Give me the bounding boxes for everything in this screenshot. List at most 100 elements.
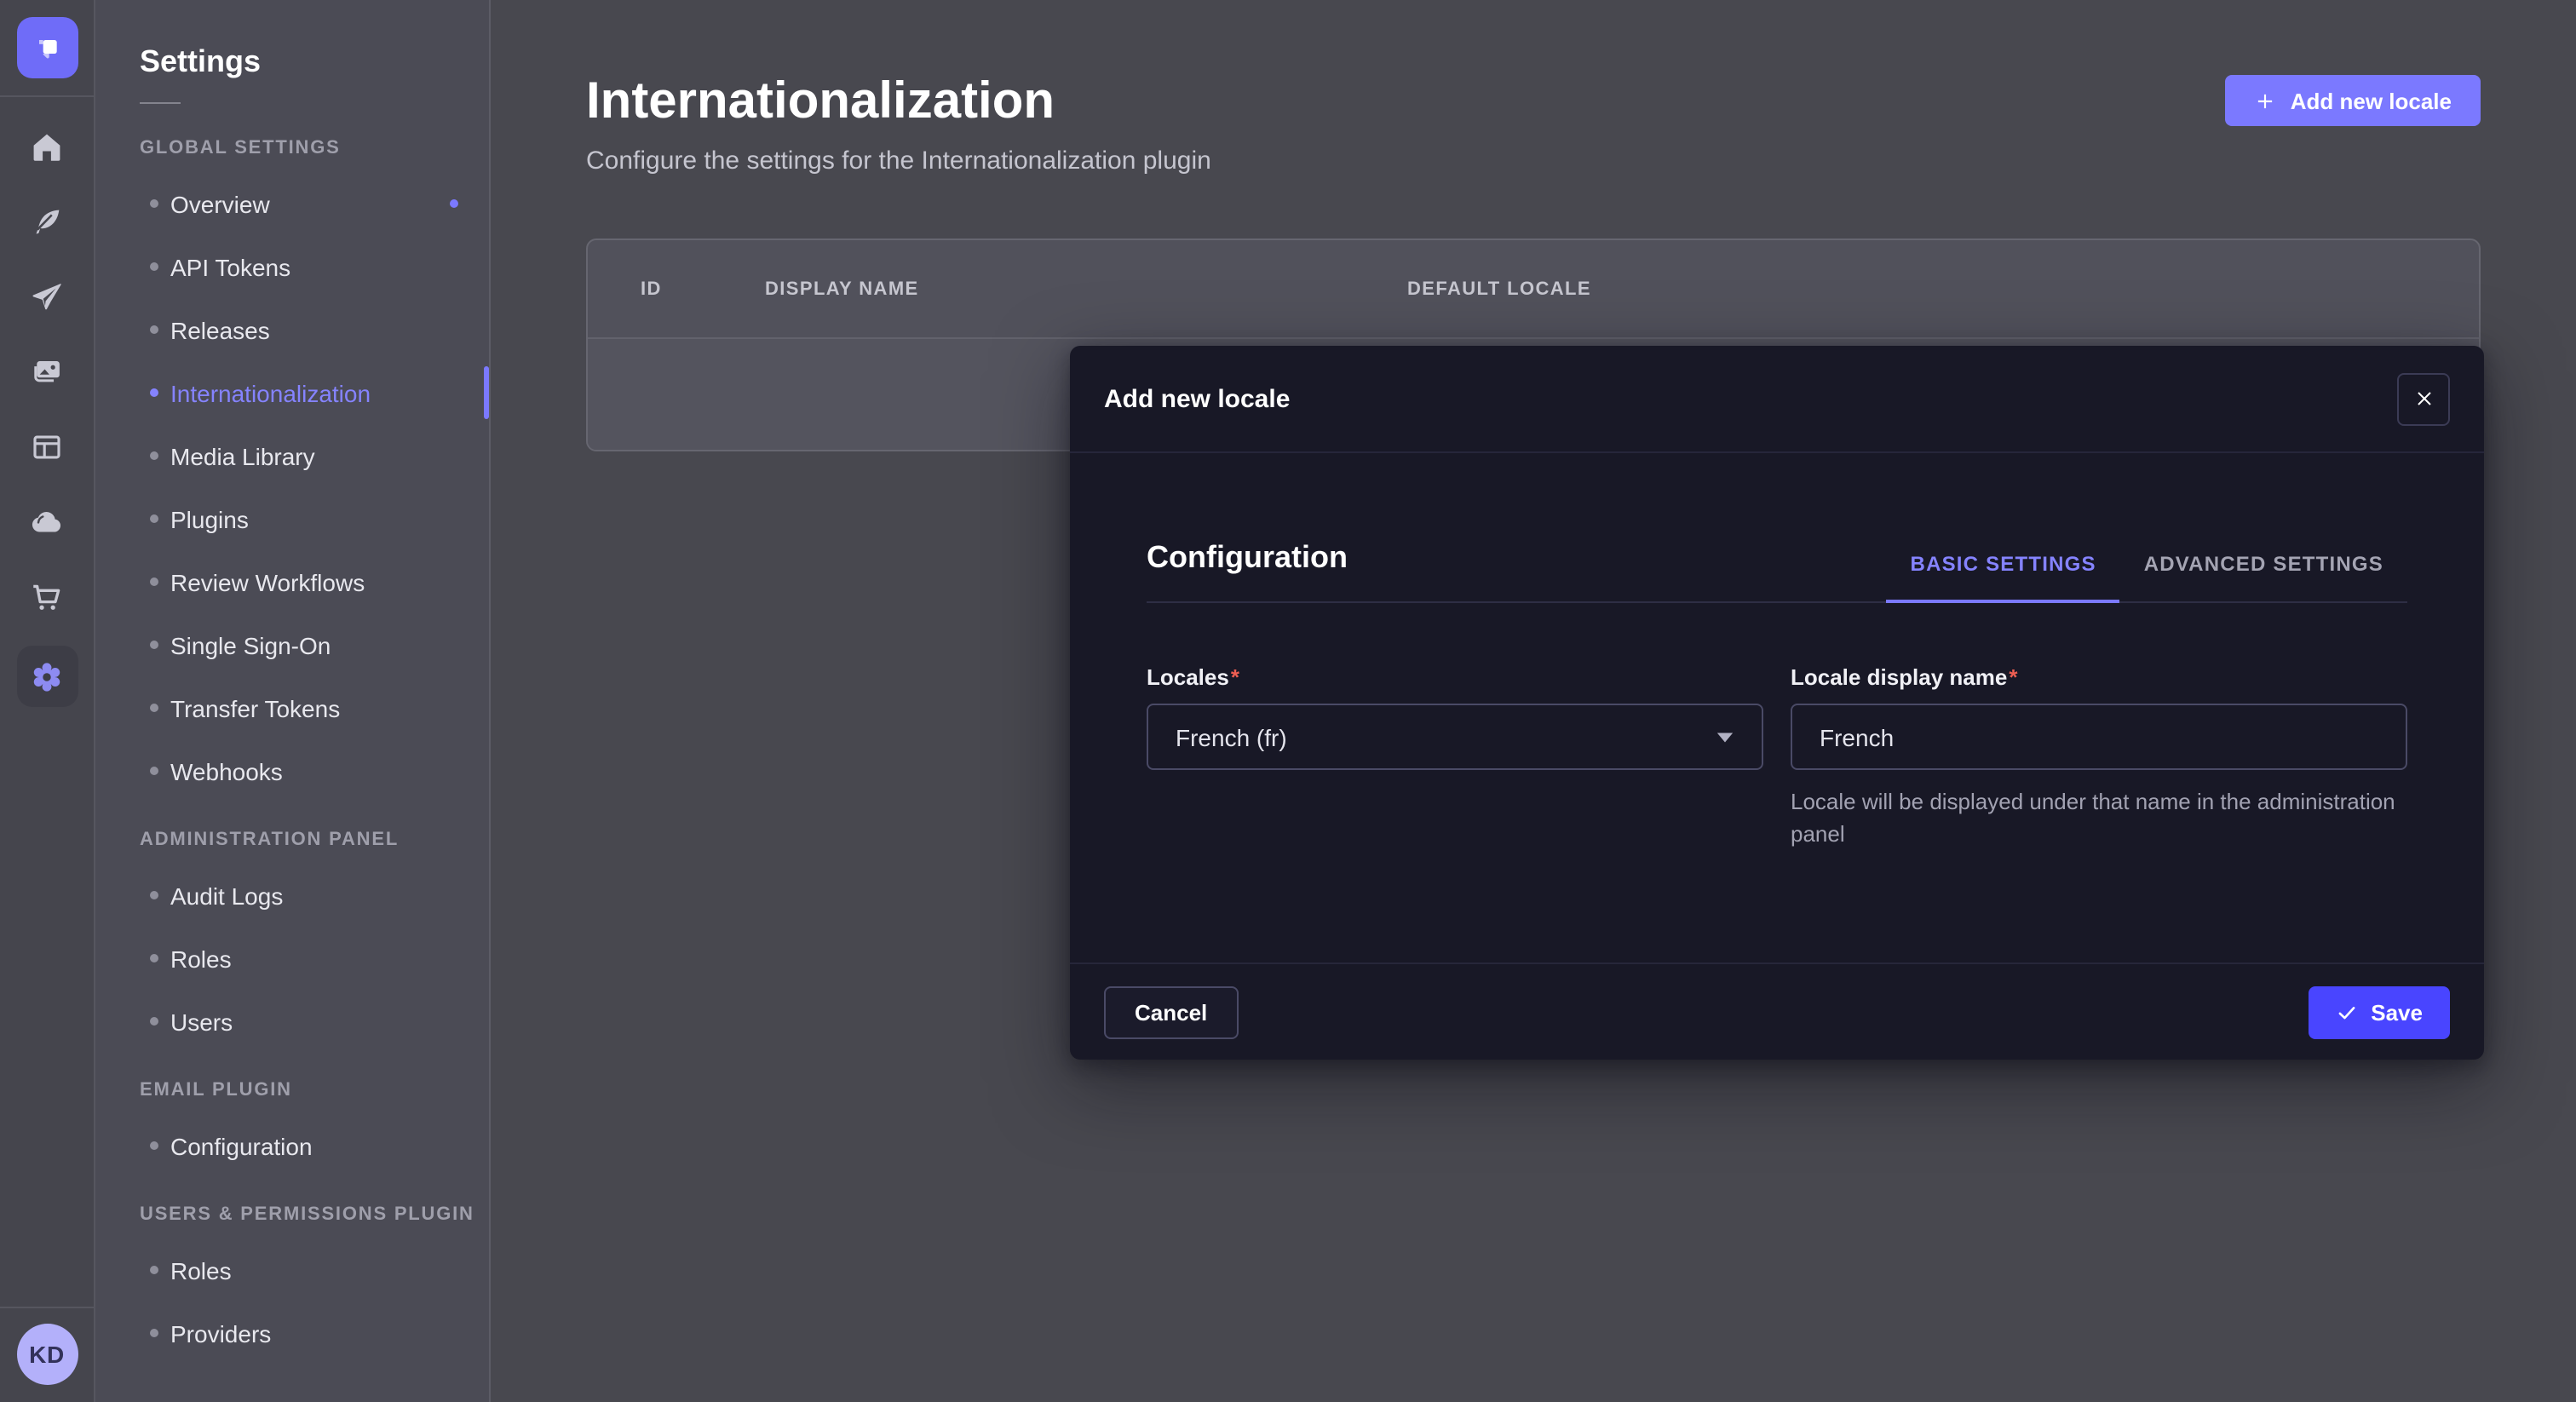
sidebar-item-internationalization[interactable]: Internationalization [95,361,489,424]
locales-label: Locales* [1147,664,1763,690]
display-name-input-wrap [1791,704,2407,770]
content-feather-icon[interactable] [21,196,72,247]
user-avatar[interactable]: KD [16,1324,78,1385]
bullet-icon [150,767,158,775]
settings-gear-icon[interactable] [16,646,78,707]
sidebar-item-label: Roles [170,945,232,972]
main-content: Internationalization Configure the setti… [491,0,2576,1402]
sidebar-item-label: Media Library [170,442,315,469]
sidebar-item-label: Review Workflows [170,568,365,595]
column-header-id: ID [641,279,765,299]
sidebar-item-label: Overview [170,190,270,217]
sidebar-item-overview[interactable]: Overview [95,172,489,235]
active-item-indicator [484,366,489,419]
sidebar-item-transfer-tokens[interactable]: Transfer Tokens [95,676,489,739]
settings-tabs: BASIC SETTINGS ADVANCED SETTINGS [1887,552,2407,601]
sidebar-item-media-library[interactable]: Media Library [95,424,489,487]
bullet-icon [150,262,158,271]
bullet-icon [150,1141,158,1150]
check-icon [2335,1001,2357,1023]
app-window: KD Settings GLOBAL SETTINGS Overview API T… [0,0,2576,1402]
home-icon[interactable] [21,121,72,172]
cancel-button[interactable]: Cancel [1104,985,1238,1038]
display-name-label: Locale display name* [1791,664,2407,690]
sidebar-item-label: Releases [170,316,270,343]
sidebar-item-label: Plugins [170,505,249,532]
marketplace-cart-icon[interactable] [21,571,72,622]
column-header-display-name: DISPLAY NAME [765,279,1407,299]
sidebar-item-audit-logs[interactable]: Audit Logs [95,864,489,927]
sidebar-title-rule [140,102,181,104]
add-locale-modal: Add new locale Configuration BASIC SETTI… [1070,346,2484,1060]
sidebar-item-plugins[interactable]: Plugins [95,487,489,550]
display-name-input[interactable] [1820,723,2378,750]
logo-area [0,0,95,97]
nav-section-header-global-settings: GLOBAL SETTINGS [95,111,489,172]
sidebar-title: Settings [95,44,489,80]
sidebar-item-roles[interactable]: Roles [95,927,489,990]
strapi-logo-icon[interactable] [16,17,78,78]
nav-section-header-users-permissions-plugin: USERS & PERMISSIONS PLUGIN [95,1177,489,1238]
sidebar-item-label: Transfer Tokens [170,694,340,721]
locales-select[interactable]: French (fr) [1147,704,1763,770]
sidebar-item-label: Roles [170,1256,232,1284]
sidebar-item-label: Internationalization [170,379,371,406]
sidebar-item-users[interactable]: Users [95,990,489,1053]
configuration-header: Configuration BASIC SETTINGS ADVANCED SE… [1147,540,2407,603]
bullet-icon [150,388,158,397]
modal-header: Add new locale [1070,346,2484,453]
media-images-icon[interactable] [21,346,72,397]
app-icon-rail: KD [0,0,95,1402]
locales-field-group: Locales* French (fr) [1147,664,1763,851]
sidebar-item-label: Single Sign-On [170,631,331,658]
modal-title: Add new locale [1104,384,1290,413]
release-send-icon[interactable] [21,271,72,322]
rail-bottom: KD [0,1307,95,1402]
cloud-icon[interactable] [21,496,72,547]
sidebar-item-releases[interactable]: Releases [95,298,489,361]
bullet-icon [150,1017,158,1026]
required-asterisk: * [2009,664,2017,690]
page-header: Internationalization Configure the setti… [586,72,2481,175]
bullet-icon [150,891,158,899]
sidebar-item-label: Users [170,1008,233,1035]
settings-sidebar: Settings GLOBAL SETTINGS Overview API Toke… [95,0,491,1402]
close-icon[interactable] [2397,372,2450,425]
chevron-down-icon [1716,730,1734,744]
bullet-icon [150,704,158,712]
nav-section-header-administration-panel: ADMINISTRATION PANEL [95,802,489,864]
locales-select-value: French (fr) [1176,723,1287,750]
bullet-icon [150,451,158,460]
bullet-icon [150,1266,158,1274]
sidebar-item-label: Configuration [170,1132,313,1159]
sidebar-nav: GLOBAL SETTINGS Overview API Tokens Release… [95,111,489,1365]
nav-section-header-email-plugin: EMAIL PLUGIN [95,1053,489,1114]
sidebar-item-providers[interactable]: Providers [95,1301,489,1365]
bullet-icon [150,199,158,208]
sidebar-item-label: Providers [170,1319,271,1347]
builder-layout-icon[interactable] [21,421,72,472]
form-fields: Locales* French (fr) Locale display name… [1147,664,2407,851]
sidebar-item-label: API Tokens [170,253,290,280]
table-header-row: IDDISPLAY NAMEDEFAULT LOCALE [588,240,2479,337]
sidebar-item-label: Audit Logs [170,882,283,909]
sidebar-item-webhooks[interactable]: Webhooks [95,739,489,802]
plus-icon [2255,89,2277,112]
tab-basic-settings[interactable]: BASIC SETTINGS [1887,552,2120,601]
bullet-icon [150,641,158,649]
add-new-locale-button[interactable]: Add new locale [2226,75,2481,126]
sidebar-item-label: Webhooks [170,757,283,784]
display-name-field-group: Locale display name* Locale will be disp… [1791,664,2407,851]
sidebar-item-roles[interactable]: Roles [95,1238,489,1301]
bullet-icon [150,954,158,962]
sidebar-item-review-workflows[interactable]: Review Workflows [95,550,489,613]
sidebar-item-api-tokens[interactable]: API Tokens [95,235,489,298]
display-name-helper-text: Locale will be displayed under that name… [1791,787,2407,851]
configuration-title: Configuration [1147,540,1348,601]
required-asterisk: * [1231,664,1239,690]
page-subtitle: Configure the settings for the Internati… [586,147,1211,175]
save-button[interactable]: Save [2308,985,2450,1038]
sidebar-item-single-sign-on[interactable]: Single Sign-On [95,613,489,676]
tab-advanced-settings[interactable]: ADVANCED SETTINGS [2120,552,2407,601]
sidebar-item-configuration[interactable]: Configuration [95,1114,489,1177]
